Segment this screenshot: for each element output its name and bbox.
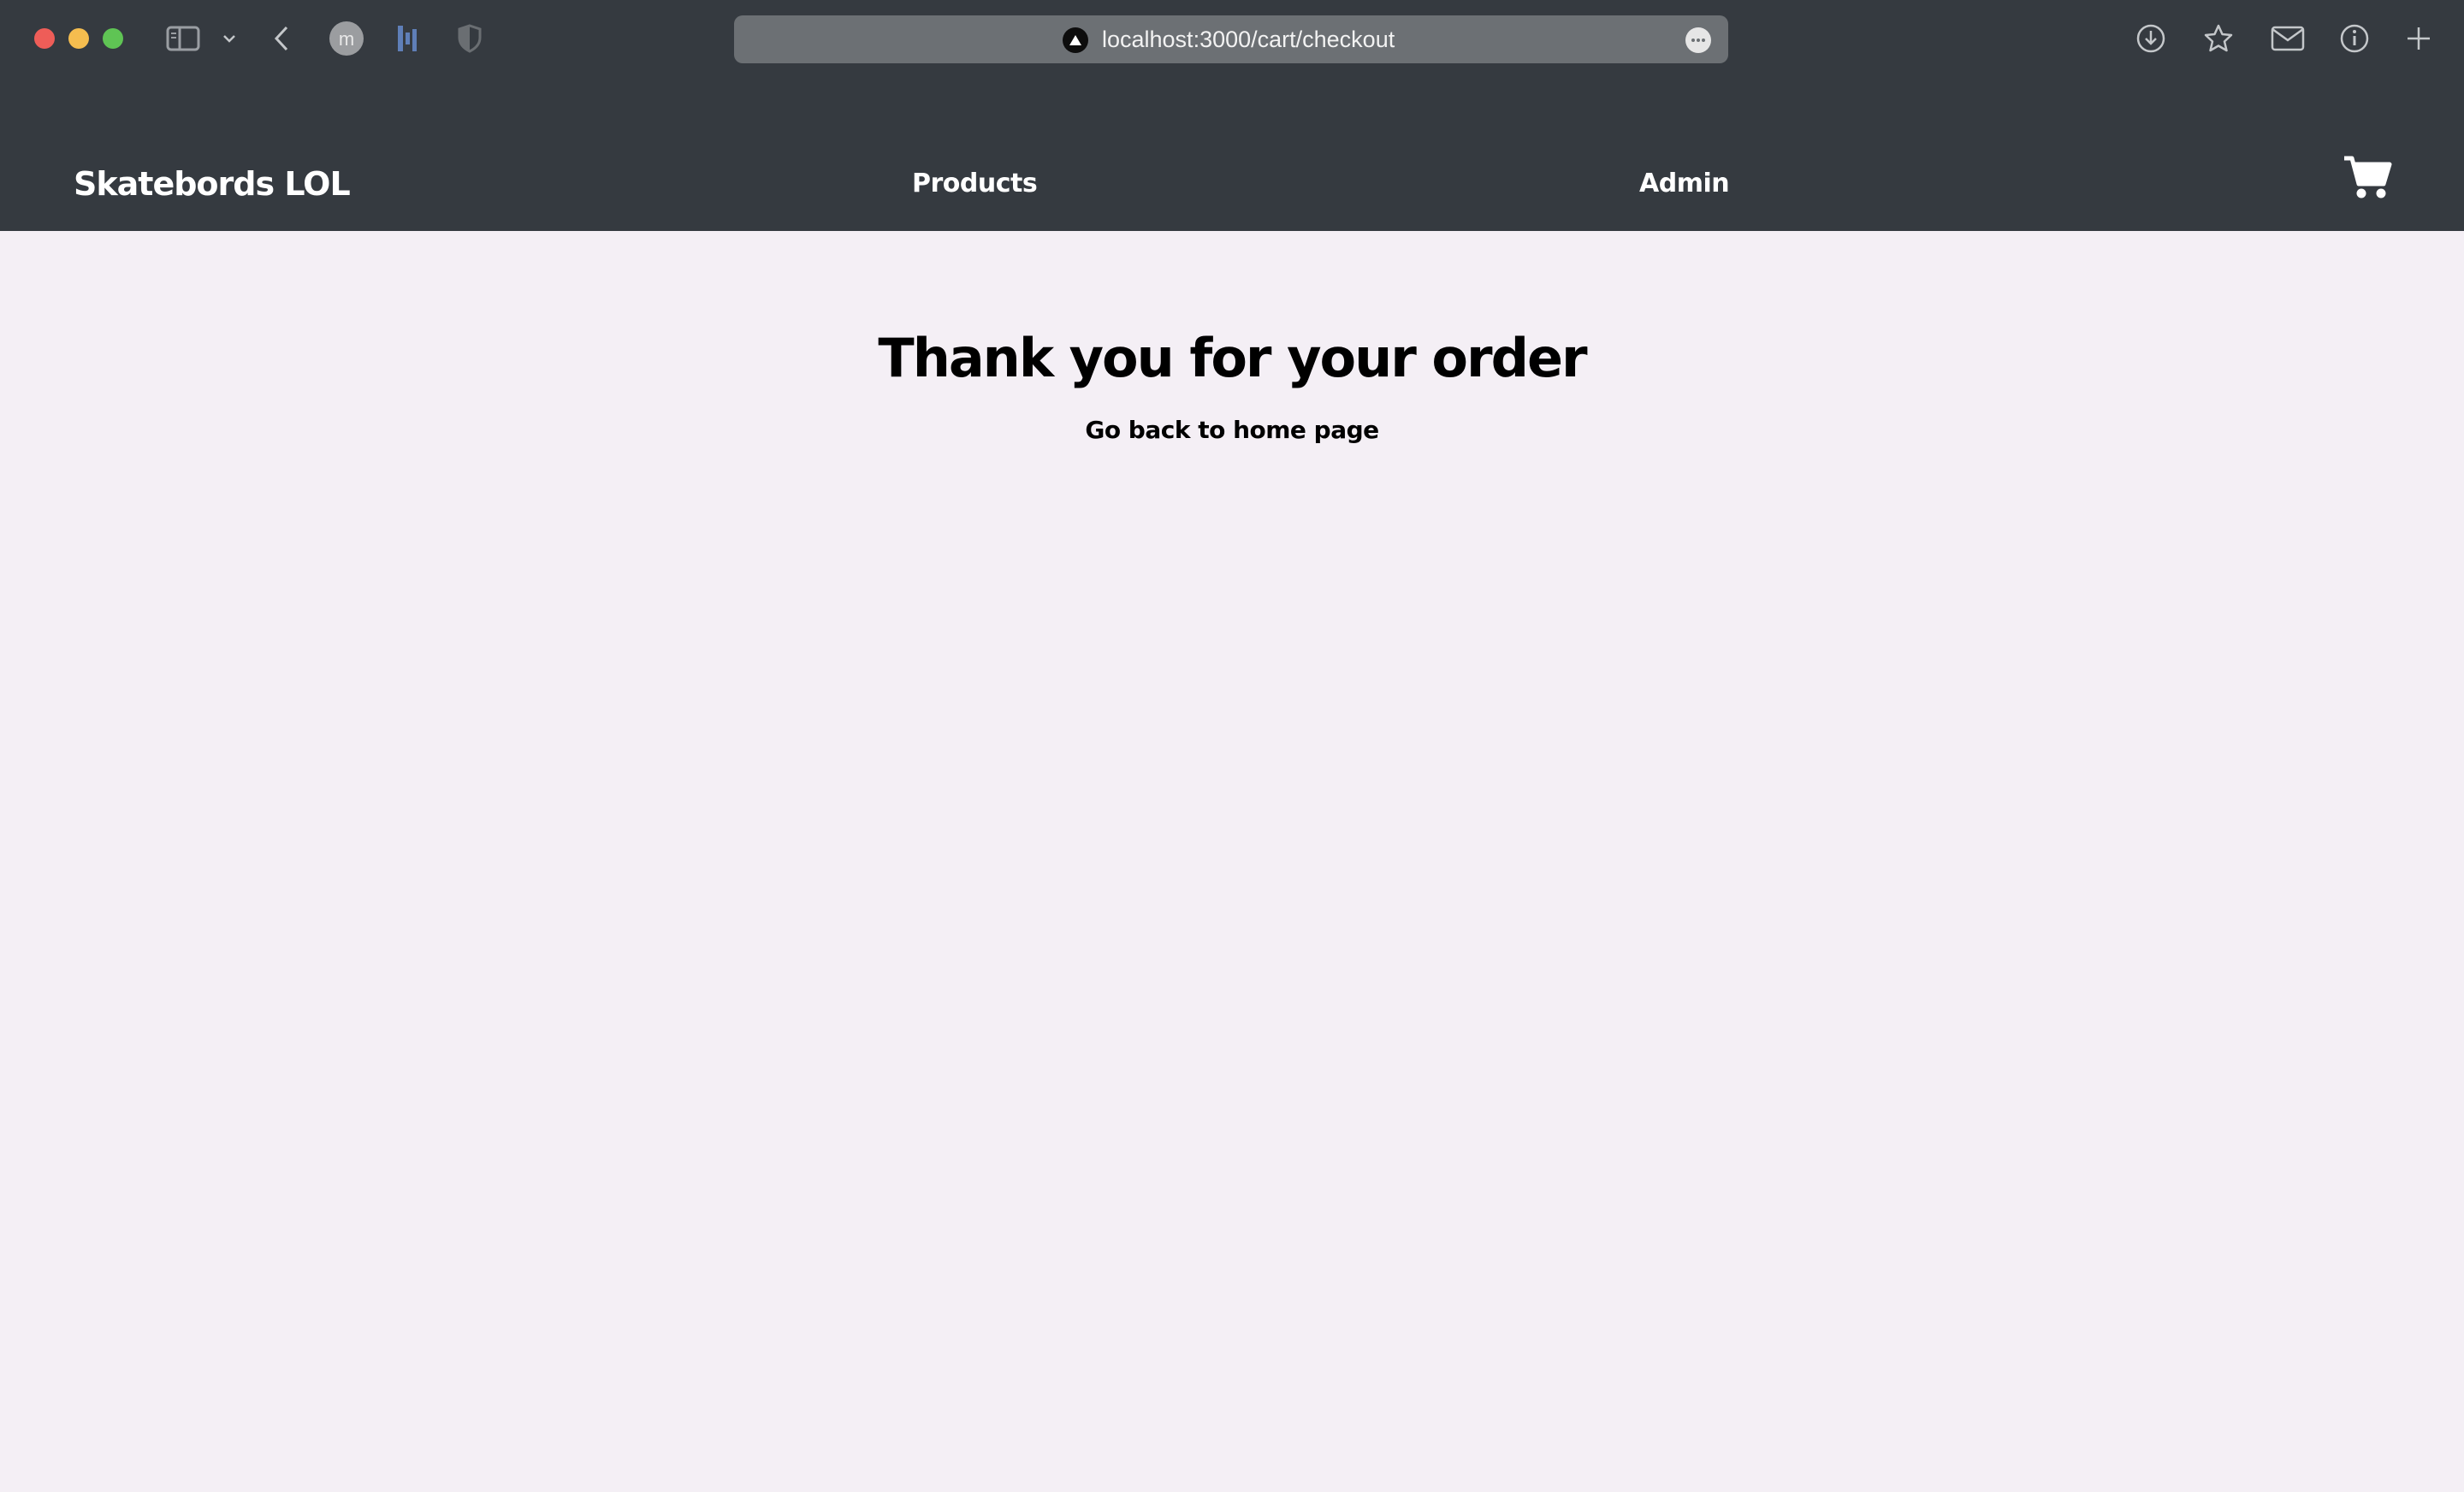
close-window-button[interactable]	[34, 28, 55, 49]
chevron-down-icon[interactable]	[222, 19, 236, 58]
svg-text:m: m	[339, 28, 354, 50]
browser-window: m localhost:3000/cart/checkout Skatebord…	[0, 0, 2464, 1492]
address-bar[interactable]: localhost:3000/cart/checkout	[734, 15, 1728, 63]
home-page-link-label[interactable]: Go back to home page	[1085, 416, 1379, 444]
profile-avatar-icon[interactable]: m	[329, 19, 364, 58]
bookmark-star-icon[interactable]	[2202, 19, 2235, 58]
mail-icon[interactable]	[2271, 19, 2305, 58]
minimize-window-button[interactable]	[68, 28, 89, 49]
page-title: Thank you for your order	[878, 327, 1587, 389]
downloads-icon[interactable]	[2135, 19, 2166, 58]
extension-bars-icon[interactable]	[395, 19, 419, 58]
new-tab-icon[interactable]	[2406, 19, 2431, 58]
checkout-confirmation: Thank you for your order Go back to home…	[0, 231, 2464, 1492]
browser-toolbar: m localhost:3000/cart/checkout	[0, 0, 2464, 137]
more-options-icon[interactable]	[1685, 27, 1711, 53]
site-navbar: Skatebords LOL Products Admin	[0, 137, 2464, 231]
privacy-shield-icon[interactable]	[457, 19, 483, 58]
info-icon[interactable]	[2339, 19, 2370, 58]
site-icon	[1063, 27, 1088, 53]
sidebar-toggle-icon[interactable]	[166, 19, 200, 58]
back-icon[interactable]	[272, 19, 291, 58]
home-page-link[interactable]: Go back to home page	[0, 416, 2464, 444]
nav-link-admin[interactable]: Admin	[1639, 137, 1730, 231]
nav-link-products[interactable]: Products	[912, 137, 1038, 231]
url-text[interactable]: localhost:3000/cart/checkout	[1102, 15, 1395, 63]
shopping-cart-icon[interactable]	[2343, 154, 2392, 202]
brand-link[interactable]: Skatebords LOL	[74, 137, 351, 231]
maximize-window-button[interactable]	[103, 28, 123, 49]
